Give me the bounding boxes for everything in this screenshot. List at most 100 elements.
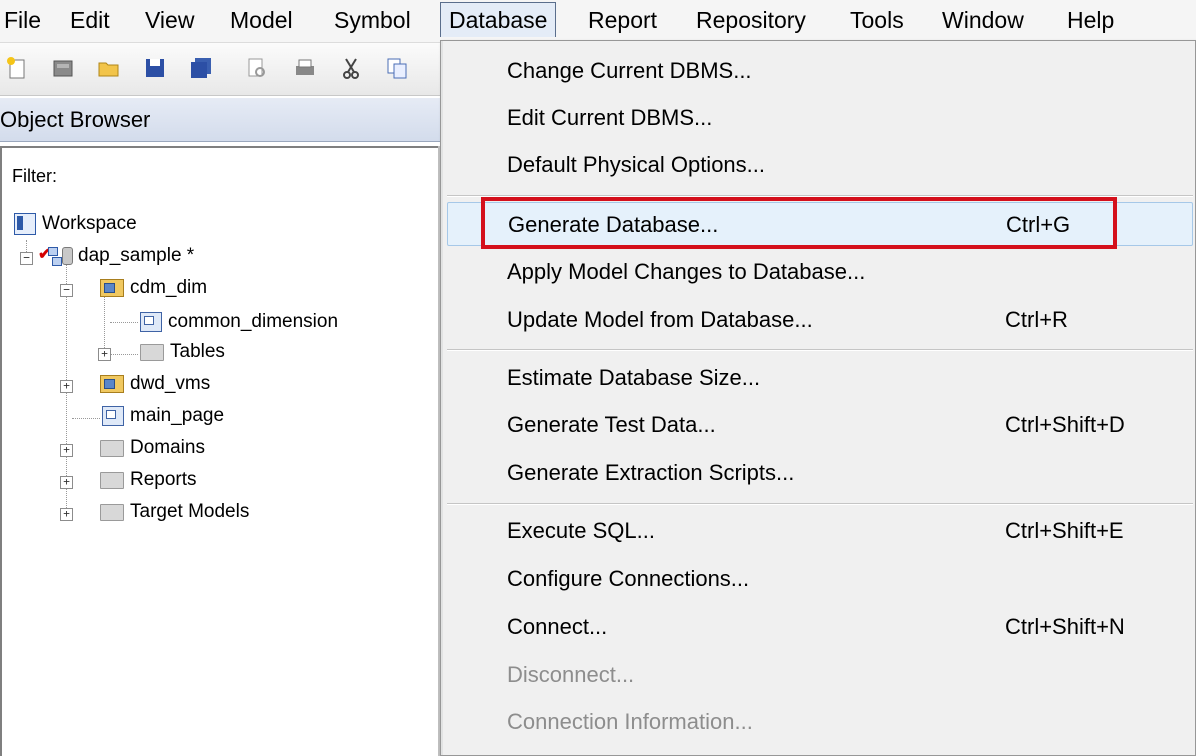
tree-package-dwd-vms[interactable]: dwd_vms (100, 370, 210, 398)
filter-input[interactable] (76, 160, 442, 192)
tree-label: cdm_dim (130, 277, 208, 298)
expand-icon[interactable]: + (60, 444, 73, 457)
physical-model-icon: ✔ (38, 245, 73, 267)
menu-item-label: Configure Connections... (507, 566, 750, 591)
menu-item-label: Connect... (507, 614, 608, 639)
menu-bar: File Edit View Model Symbol Database Rep… (0, 0, 1196, 43)
menu-item-execute-sql[interactable]: Execute SQL... Ctrl+Shift+E (447, 509, 1193, 553)
menu-help[interactable]: Help (1059, 2, 1122, 38)
menu-repository[interactable]: Repository (688, 2, 814, 38)
tree-package-cdm-dim[interactable]: cdm_dim (100, 274, 207, 302)
tree-line (110, 322, 138, 323)
object-browser-title: Object Browser (0, 98, 440, 142)
folder-icon (100, 503, 124, 521)
menu-database[interactable]: Database (440, 2, 557, 37)
menu-item-label: Default Physical Options... (507, 152, 766, 177)
menu-edit[interactable]: Edit (62, 2, 118, 38)
menu-item-shortcut: Ctrl+G (1006, 212, 1071, 237)
menu-item-apply-model-changes[interactable]: Apply Model Changes to Database... (447, 250, 1193, 294)
menu-item-edit-current-dbms[interactable]: Edit Current DBMS... (447, 96, 1193, 140)
menu-item-label: Generate Extraction Scripts... (507, 460, 795, 485)
cut-icon[interactable] (338, 55, 364, 81)
expand-icon[interactable]: + (60, 380, 73, 393)
folder-icon (140, 343, 164, 361)
menu-window[interactable]: Window (934, 2, 1032, 38)
menu-item-label: Generate Database... (508, 212, 719, 237)
save-icon[interactable] (142, 55, 168, 81)
tree-label: Reports (130, 469, 197, 490)
tree-folder-target-models[interactable]: Target Models (100, 498, 249, 526)
menu-separator (447, 349, 1193, 351)
folder-icon (100, 439, 124, 457)
menu-view[interactable]: View (137, 2, 202, 38)
filter-label: Filter: (12, 166, 57, 186)
tree-diagram-common-dimension[interactable]: common_dimension (140, 308, 338, 336)
menu-item-estimate-database-size[interactable]: Estimate Database Size... (447, 356, 1193, 400)
database-menu-dropdown: Change Current DBMS... Edit Current DBMS… (440, 40, 1196, 756)
menu-item-label: Change Current DBMS... (507, 58, 752, 83)
tree-folder-tables[interactable]: Tables (140, 338, 225, 366)
menu-separator (447, 503, 1193, 505)
menu-item-label: Execute SQL... (507, 518, 655, 543)
menu-tools[interactable]: Tools (842, 2, 912, 38)
menu-item-change-current-dbms[interactable]: Change Current DBMS... (447, 49, 1193, 93)
folder-icon (100, 471, 124, 489)
tree-label: Tables (170, 341, 225, 362)
tree-label: main_page (130, 405, 225, 426)
menu-symbol[interactable]: Symbol (326, 2, 419, 38)
copy-icon[interactable] (384, 55, 410, 81)
tree-model[interactable]: ✔ dap_sample * (38, 242, 194, 270)
print-preview-icon[interactable] (244, 55, 270, 81)
print-icon[interactable] (292, 55, 318, 81)
menu-item-label: Apply Model Changes to Database... (507, 259, 866, 284)
menu-item-label: Update Model from Database... (507, 307, 813, 332)
tree-folder-reports[interactable]: Reports (100, 466, 197, 494)
collapse-icon[interactable]: − (60, 284, 73, 297)
package-icon (100, 375, 124, 393)
menu-item-label: Connection Information... (507, 709, 753, 734)
package-icon (100, 279, 124, 297)
tree-folder-domains[interactable]: Domains (100, 434, 205, 462)
menu-item-configure-connections[interactable]: Configure Connections... (447, 557, 1193, 601)
menu-item-label: Disconnect... (507, 662, 635, 687)
diagram-icon (102, 406, 124, 426)
menu-item-shortcut: Ctrl+Shift+D (1005, 412, 1125, 437)
menu-item-generate-test-data[interactable]: Generate Test Data... Ctrl+Shift+D (447, 403, 1193, 447)
new-icon[interactable] (4, 55, 30, 81)
tree-label: Target Models (130, 501, 250, 522)
menu-item-update-model-from-database[interactable]: Update Model from Database... Ctrl+R (447, 298, 1193, 342)
menu-report[interactable]: Report (580, 2, 665, 38)
menu-item-shortcut: Ctrl+R (1005, 307, 1068, 332)
expand-icon[interactable]: + (60, 476, 73, 489)
workspace-icon (14, 213, 36, 235)
menu-item-label: Generate Test Data... (507, 412, 716, 437)
menu-item-label: Edit Current DBMS... (507, 105, 713, 130)
menu-item-default-physical-options[interactable]: Default Physical Options... (447, 143, 1193, 187)
expand-icon[interactable]: + (98, 348, 111, 361)
menu-item-generate-database[interactable]: Generate Database... Ctrl+G (447, 202, 1193, 246)
tree-diagram-main-page[interactable]: main_page (102, 402, 224, 430)
expand-icon[interactable]: + (60, 508, 73, 521)
open-model-icon[interactable] (50, 55, 76, 81)
menu-gutter (441, 41, 443, 755)
tree-label: dap_sample * (78, 245, 195, 266)
menu-item-shortcut: Ctrl+Shift+N (1005, 614, 1125, 639)
open-folder-icon[interactable] (96, 55, 122, 81)
menu-file[interactable]: File (0, 2, 49, 38)
menu-item-shortcut: Ctrl+Shift+E (1005, 518, 1124, 543)
tree-label: common_dimension (168, 311, 339, 332)
menu-item-connect[interactable]: Connect... Ctrl+Shift+N (447, 605, 1193, 649)
menu-model[interactable]: Model (222, 2, 301, 38)
toolbar (0, 43, 440, 96)
collapse-icon[interactable]: − (20, 252, 33, 265)
tree-label: Domains (130, 437, 205, 458)
save-all-icon[interactable] (188, 55, 214, 81)
tree-label: Workspace (42, 213, 137, 234)
tree-workspace[interactable]: Workspace (14, 210, 137, 238)
diagram-icon (140, 312, 162, 332)
tree-label: dwd_vms (130, 373, 211, 394)
menu-item-disconnect: Disconnect... (447, 653, 1193, 697)
menu-item-connection-information: Connection Information... (447, 700, 1193, 744)
menu-item-label: Estimate Database Size... (507, 365, 761, 390)
menu-item-generate-extraction-scripts[interactable]: Generate Extraction Scripts... (447, 451, 1193, 495)
